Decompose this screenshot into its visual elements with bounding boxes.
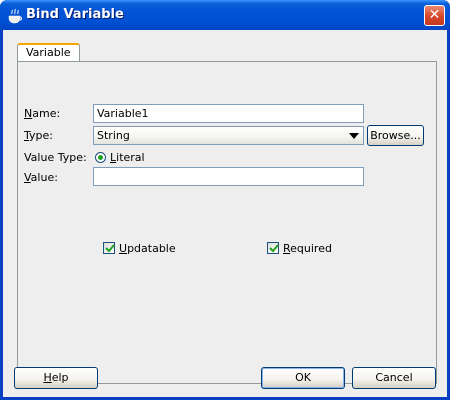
type-select-value: String — [97, 129, 130, 142]
ok-button-label: OK — [295, 371, 311, 384]
updatable-label[interactable]: Updatable — [119, 242, 176, 255]
tab-variable-label: Variable — [26, 46, 71, 59]
checkmark-icon — [269, 244, 279, 253]
value-type-label: Value Type: — [24, 151, 87, 164]
required-checkbox[interactable] — [267, 242, 279, 254]
name-field[interactable]: Variable1 — [93, 104, 364, 123]
dialog-body: Variable Name: Variable1 Type: String Br… — [3, 30, 447, 397]
dialog-window: Bind Variable ✕ Variable Name: Variable1… — [0, 0, 450, 400]
help-button[interactable]: Help — [14, 367, 98, 389]
tab-variable[interactable]: Variable — [17, 43, 80, 62]
type-select[interactable]: String — [93, 126, 364, 145]
value-label: Value: — [24, 171, 58, 184]
cancel-button-label: Cancel — [375, 371, 413, 384]
literal-radio-label[interactable]: Literal — [110, 151, 145, 164]
browse-button[interactable]: Browse... — [367, 125, 424, 146]
name-field-value: Variable1 — [97, 107, 149, 120]
close-button[interactable]: ✕ — [424, 5, 445, 26]
ok-button[interactable]: OK — [261, 367, 345, 389]
help-button-label: Help — [43, 371, 69, 384]
radio-selected-dot — [98, 155, 103, 160]
type-label: Type: — [24, 129, 53, 142]
literal-radio[interactable] — [95, 152, 106, 163]
required-label[interactable]: Required — [283, 242, 332, 255]
chevron-down-icon — [349, 133, 359, 139]
cancel-button[interactable]: Cancel — [352, 367, 436, 389]
name-label: Name: — [24, 107, 61, 120]
coffee-cup-icon — [7, 8, 23, 24]
checkmark-icon — [105, 244, 115, 253]
dialog-title: Bind Variable — [26, 7, 124, 22]
close-icon: ✕ — [428, 7, 441, 23]
updatable-checkbox[interactable] — [103, 242, 115, 254]
browse-button-label: Browse... — [370, 129, 421, 142]
value-field[interactable] — [93, 167, 364, 186]
tab-panel: Name: Variable1 Type: String Browse... V… — [17, 61, 437, 384]
title-bar[interactable]: Bind Variable ✕ — [0, 0, 450, 30]
